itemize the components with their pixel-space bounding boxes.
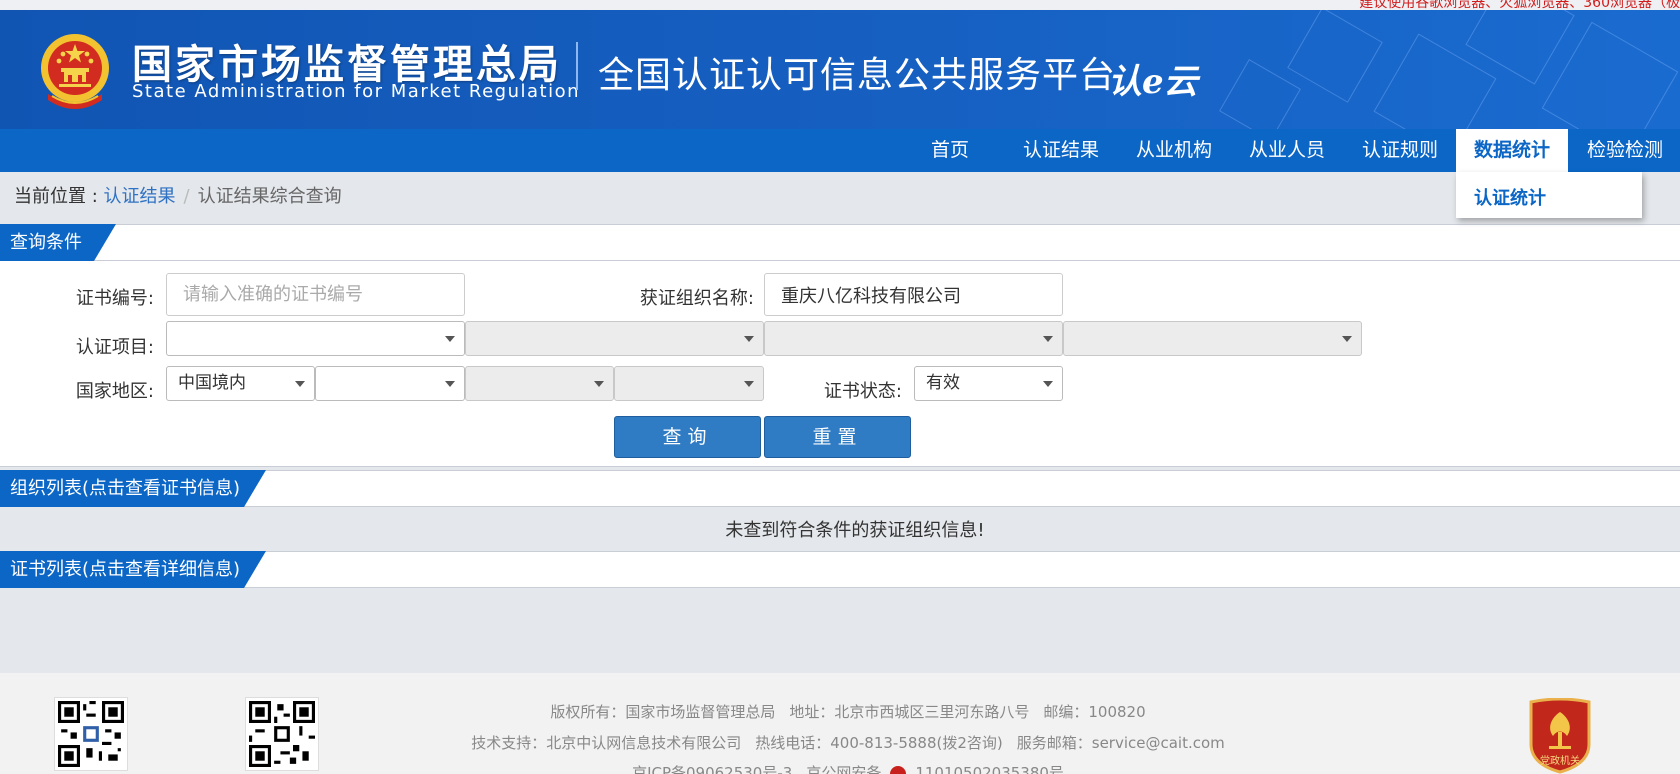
footer-tech-support: 技术支持：北京中认网信息技术有限公司 [471,734,742,752]
cert-project-select-3[interactable] [764,321,1063,356]
cert-list-section-header: 证书列表(点击查看详细信息) [0,551,1680,588]
chevron-down-icon [445,381,455,387]
org-list-section-header: 组织列表(点击查看证书信息) [0,470,1680,507]
browser-notice: 建议使用谷歌浏览器、火狐浏览器、360浏览器（极 [1359,0,1680,10]
chevron-down-icon [1043,381,1053,387]
main-nav: 首页 认证结果 从业机构 从业人员 认证规则 数据统计 检验检测 [0,129,1680,172]
statistics-dropdown: 认证统计 [1456,172,1642,218]
platform-title: 全国认证认可信息公共服务平台 [598,55,1117,96]
org-name-en: State Administration for Market Regulati… [132,81,580,102]
hex-decoration [1541,21,1679,129]
nav-item-personnel[interactable]: 从业人员 [1242,129,1332,172]
site-header: 国家市场监督管理总局 State Administration for Mark… [0,10,1680,129]
cert-list-body [0,588,1680,673]
hex-decoration [1287,10,1383,103]
cert-project-select-4[interactable] [1063,321,1362,356]
reset-button[interactable]: 重置 [764,416,911,458]
nav-item-inspection[interactable]: 检验检测 [1576,129,1674,172]
badge-label: 党政机关 [1540,754,1580,767]
cert-no-label: 证书编号: [75,288,154,309]
cert-project-select-2[interactable] [465,321,764,356]
footer-icp[interactable]: 京ICP备09062530号-3 [632,764,792,774]
party-government-badge-icon[interactable]: 党政机关 [1527,698,1593,774]
chevron-down-icon [1043,336,1053,342]
region-select-country[interactable]: 中国境内 [166,366,315,401]
org-name-label: 获证组织名称: [639,288,754,309]
footer-address: 地址：北京市西城区三里河东路八号 [789,703,1030,721]
breadcrumb-current: 认证结果综合查询 [197,186,342,207]
top-notice-strip: 建议使用谷歌浏览器、火狐浏览器、360浏览器（极 [0,0,1680,10]
footer-copyright: 版权所有：国家市场监督管理总局 [550,703,776,721]
cert-status-select[interactable]: 有效 [914,366,1063,401]
breadcrumb-link-cert-results[interactable]: 认证结果 [104,186,176,207]
cert-no-input[interactable] [166,273,465,316]
chevron-down-icon [295,381,305,387]
site-footer: 版权所有：国家市场监督管理总局 地址：北京市西城区三里河东路八号 邮编：100820… [0,673,1680,774]
police-badge-icon [890,765,907,774]
header-divider [576,42,578,90]
search-button[interactable]: 查询 [614,416,761,458]
region-label: 国家地区: [75,381,154,402]
cert-project-label: 认证项目: [75,337,154,358]
nav-item-institutions[interactable]: 从业机构 [1129,129,1219,172]
footer-postcode: 邮编：100820 [1043,703,1146,721]
footer-line-1: 版权所有：国家市场监督管理总局 地址：北京市西城区三里河东路八号 邮编：100820 [0,701,1680,722]
breadcrumb-prefix: 当前位置 : [14,186,104,207]
nav-item-statistics[interactable]: 数据统计 [1456,129,1568,172]
org-list-empty-message: 未查到符合条件的获证组织信息! [0,514,1680,551]
cert-project-select-1[interactable] [166,321,465,356]
footer-hotline: 热线电话：400-813-5888(拨2咨询) [755,734,1003,752]
chevron-down-icon [744,336,754,342]
footer-line-2: 技术支持：北京中认网信息技术有限公司 热线电话：400-813-5888(拨2咨询… [0,732,1680,753]
footer-line-3: 京ICP备09062530号-3 京公网安备 11010502035380号 [0,762,1680,774]
region-select-district[interactable] [614,366,764,401]
org-list-section-title: 组织列表(点击查看证书信息) [0,470,266,507]
footer-email: 服务邮箱：service@cait.com [1016,734,1225,752]
query-section-title: 查询条件 [0,224,116,261]
hex-decoration [1219,59,1301,129]
region-select-city[interactable] [465,366,614,401]
renyun-logo: 认e云 [1108,62,1198,102]
nav-item-cert-rules[interactable]: 认证规则 [1355,129,1445,172]
cert-list-section-title: 证书列表(点击查看详细信息) [0,551,266,588]
region-select-province[interactable] [315,366,465,401]
region-selected-value: 中国境内 [178,373,246,393]
chevron-down-icon [445,336,455,342]
org-name-input[interactable] [764,273,1063,316]
footer-police[interactable]: 京公网安备 [806,764,881,774]
nav-item-home[interactable]: 首页 [908,129,992,172]
chevron-down-icon [744,381,754,387]
breadcrumb-separator: / [183,186,190,207]
chevron-down-icon [1342,336,1352,342]
cert-status-selected-value: 有效 [926,373,960,393]
breadcrumb: 当前位置 : 认证结果 / 认证结果综合查询 [14,182,342,208]
chevron-down-icon [594,381,604,387]
national-emblem-icon [41,34,109,109]
nav-item-cert-results[interactable]: 认证结果 [1016,129,1106,172]
dropdown-item-cert-statistics[interactable]: 认证统计 [1474,184,1546,210]
cert-status-label: 证书状态: [823,381,902,402]
query-section-header: 查询条件 [0,224,1680,261]
footer-police-no[interactable]: 11010502035380号 [915,764,1064,774]
